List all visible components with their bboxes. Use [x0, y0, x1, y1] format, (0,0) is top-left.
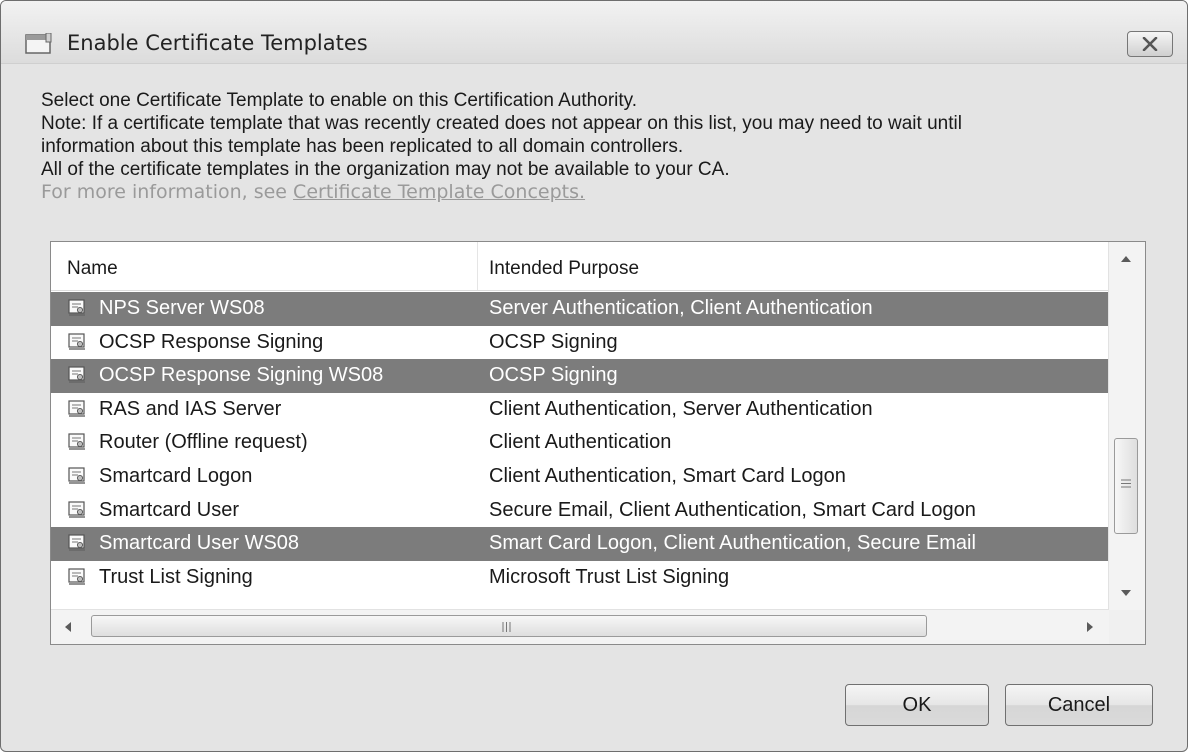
certificate-template-icon [68, 400, 85, 417]
dialog-window: Enable Certificate Templates Select one … [0, 0, 1188, 752]
description-line: information about this template has been… [41, 136, 684, 157]
template-purpose: Microsoft Trust List Signing [489, 565, 730, 588]
list-rows: NPS Server WS08 Server Authentication, Cl… [51, 292, 1109, 610]
template-name: Trust List Signing [99, 565, 253, 588]
list-item[interactable]: Smartcard User Secure Email, Client Authe… [51, 494, 1109, 528]
certificate-template-icon [68, 433, 85, 451]
close-icon [1142, 37, 1158, 51]
template-name: Router (Offline request) [99, 431, 308, 454]
horizontal-scrollbar[interactable] [51, 609, 1109, 644]
scroll-down-icon[interactable] [1121, 590, 1131, 596]
template-name: OCSP Response Signing [99, 330, 324, 353]
list-item[interactable]: Router (Offline request) Client Authentic… [51, 426, 1109, 460]
grip-icon [1121, 479, 1131, 488]
column-divider[interactable] [477, 242, 478, 290]
horizontal-scroll-thumb[interactable] [91, 615, 927, 637]
list-item[interactable]: Trust List Signing Microsoft Trust List S… [51, 561, 1109, 595]
column-header-purpose[interactable]: Intended Purpose [489, 258, 639, 280]
vertical-scrollbar[interactable] [1108, 242, 1145, 610]
template-purpose: OCSP Signing [489, 330, 618, 353]
scroll-left-icon[interactable] [65, 622, 71, 632]
ok-button[interactable]: OK [845, 684, 989, 726]
list-item[interactable]: RAS and IAS Server Client Authentication,… [51, 393, 1109, 427]
cancel-button[interactable]: Cancel [1005, 684, 1153, 726]
template-name: OCSP Response Signing WS08 [99, 364, 384, 387]
template-purpose: Smart Card Logon, Client Authentication,… [489, 532, 976, 555]
template-purpose: Secure Email, Client Authentication, Sma… [489, 498, 976, 521]
certificate-template-icon [68, 534, 85, 551]
template-purpose: Client Authentication [489, 431, 672, 454]
close-button[interactable] [1127, 31, 1173, 57]
more-info-prefix: For more information, see [41, 181, 294, 203]
window-title: Enable Certificate Templates [67, 31, 368, 55]
title-bar: Enable Certificate Templates [1, 1, 1187, 64]
template-name: NPS Server WS08 [99, 297, 265, 319]
scroll-corner [1109, 610, 1145, 644]
grip-icon [502, 622, 511, 632]
scroll-up-icon[interactable] [1121, 256, 1131, 262]
description-line: Select one Certificate Template to enabl… [41, 90, 638, 111]
vertical-scroll-thumb[interactable] [1114, 438, 1138, 534]
list-item[interactable]: OCSP Response Signing WS08 OCSP Signing [51, 359, 1109, 393]
more-info-line: For more information, see Certificate Te… [41, 181, 1141, 204]
template-list[interactable]: Name Intended Purpose NPS Server WS08 Ser… [50, 241, 1146, 645]
help-link[interactable]: Certificate Template Concepts. [293, 181, 585, 203]
list-item[interactable]: OCSP Response Signing OCSP Signing [51, 326, 1109, 360]
certificate-template-icon [68, 299, 85, 316]
template-name: Smartcard User [99, 498, 240, 521]
template-purpose: Client Authentication, Smart Card Logon [489, 464, 846, 487]
list-header: Name Intended Purpose [51, 242, 1109, 291]
certificate-template-icon [68, 332, 85, 350]
column-header-name[interactable]: Name [67, 258, 118, 280]
certificate-template-icon [68, 500, 85, 518]
certificate-template-icon [68, 568, 85, 585]
template-name: Smartcard User WS08 [99, 532, 300, 555]
template-name: Smartcard Logon [99, 464, 253, 487]
list-item[interactable]: Smartcard Logon Client Authentication, Sm… [51, 460, 1109, 494]
description-line: All of the certificate templates in the … [41, 159, 730, 180]
scroll-right-icon[interactable] [1087, 622, 1093, 632]
list-item[interactable]: NPS Server WS08 Server Authentication, Cl… [51, 292, 1109, 326]
template-purpose: Server Authentication, Client Authentica… [489, 297, 873, 319]
certificate-template-icon [68, 467, 85, 484]
template-purpose: Client Authentication, Server Authentica… [489, 397, 873, 420]
description-text: Select one Certificate Template to enabl… [41, 89, 1141, 204]
template-name: RAS and IAS Server [99, 397, 282, 420]
description-line: Note: If a certificate template that was… [41, 113, 962, 134]
list-item[interactable]: Smartcard User WS08 Smart Card Logon, Cli… [51, 527, 1109, 561]
window-icon [25, 33, 52, 54]
certificate-template-icon [68, 366, 85, 383]
template-purpose: OCSP Signing [489, 364, 618, 387]
